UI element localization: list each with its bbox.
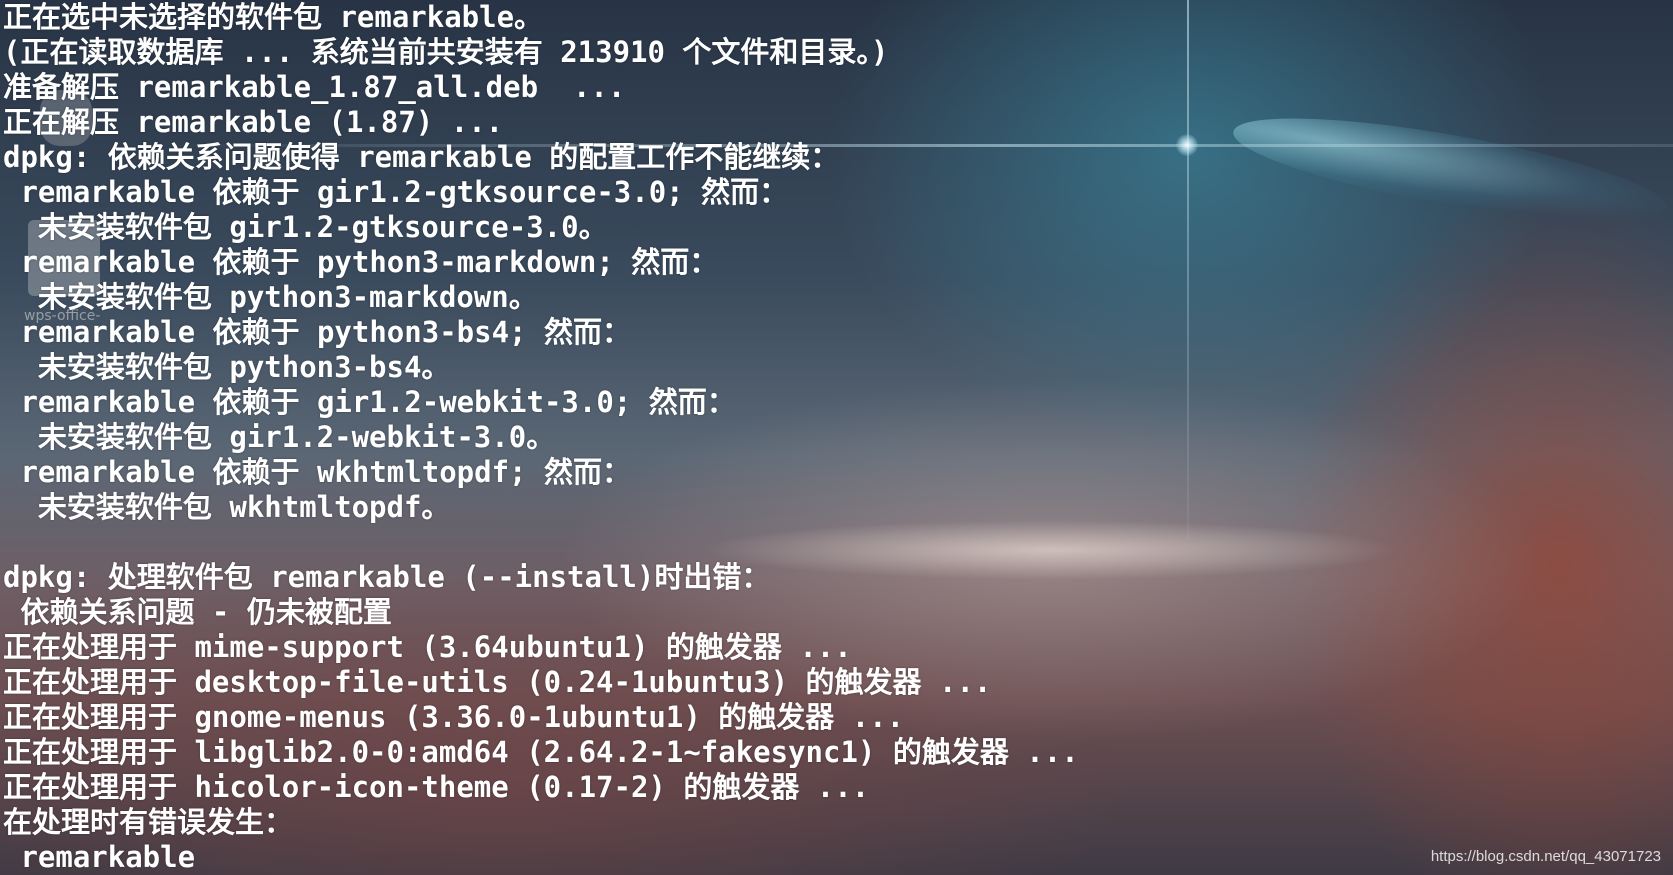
terminal-line: remarkable 依赖于 python3-markdown; 然而： xyxy=(3,245,719,279)
terminal-line: 正在处理用于 mime-support (3.64ubuntu1) 的触发器 .… xyxy=(3,630,852,664)
terminal-line: 准备解压 remarkable_1.87_all.deb ... xyxy=(3,70,626,104)
terminal-line: 未安装软件包 python3-bs4。 xyxy=(3,350,451,384)
terminal-line: 未安装软件包 gir1.2-gtksource-3.0。 xyxy=(3,210,608,244)
terminal-line: remarkable 依赖于 gir1.2-webkit-3.0; 然而： xyxy=(3,385,736,419)
terminal-line: remarkable 依赖于 python3-bs4; 然而： xyxy=(3,315,631,349)
terminal-line: dpkg: 依赖关系问题使得 remarkable 的配置工作不能继续： xyxy=(3,140,840,174)
terminal-line: 依赖关系问题 - 仍未被配置 xyxy=(3,595,392,629)
terminal-line: 未安装软件包 wkhtmltopdf。 xyxy=(3,490,451,524)
terminal-line: remarkable 依赖于 gir1.2-gtksource-3.0; 然而： xyxy=(3,175,789,209)
terminal-line: 正在选中未选择的软件包 remarkable。 xyxy=(3,0,544,34)
terminal-line: 正在处理用于 hicolor-icon-theme (0.17-2) 的触发器 … xyxy=(3,770,870,804)
terminal-line: dpkg: 处理软件包 remarkable (--install)时出错： xyxy=(3,560,771,594)
terminal-line: 正在解压 remarkable (1.87) ... xyxy=(3,105,504,139)
terminal-line: 未安装软件包 gir1.2-webkit-3.0。 xyxy=(3,420,556,454)
terminal-line: 未安装软件包 python3-markdown。 xyxy=(3,280,538,314)
terminal-line: remarkable xyxy=(3,840,196,874)
desktop-background: wps-office- 正在选中未选择的软件包 remarkable。 (正在读… xyxy=(0,0,1673,875)
watermark-url: https://blog.csdn.net/qq_43071723 xyxy=(1430,848,1661,865)
terminal-line: 正在处理用于 gnome-menus (3.36.0-1ubuntu1) 的触发… xyxy=(3,700,905,734)
terminal-line: remarkable 依赖于 wkhtmltopdf; 然而： xyxy=(3,455,631,489)
terminal-line: 正在处理用于 libglib2.0-0:amd64 (2.64.2-1~fake… xyxy=(3,735,1079,769)
terminal-output[interactable]: 正在选中未选择的软件包 remarkable。 (正在读取数据库 ... 系统当… xyxy=(0,0,1673,875)
terminal-line: 正在处理用于 desktop-file-utils (0.24-1ubuntu3… xyxy=(3,665,992,699)
terminal-line: 在处理时有错误发生： xyxy=(3,805,294,839)
terminal-line: (正在读取数据库 ... 系统当前共安装有 213910 个文件和目录。) xyxy=(3,35,889,69)
